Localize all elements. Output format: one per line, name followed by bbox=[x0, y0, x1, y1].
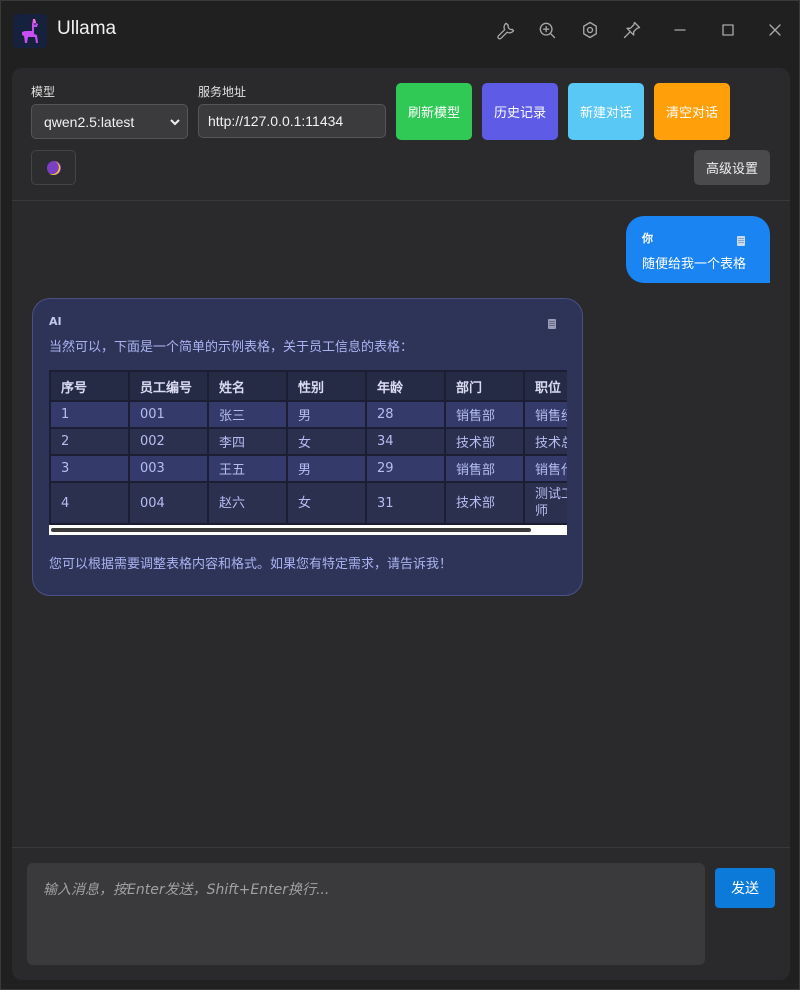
employee-table: 序号 员工编号 姓名 性别 年龄 部门 职位 1 001 张三 男 28 销售部… bbox=[49, 370, 567, 525]
table-row: 2 002 李四 女 34 技术部 技术总 bbox=[49, 427, 567, 456]
table-cell: 001 bbox=[128, 400, 209, 429]
composer-divider bbox=[12, 847, 790, 848]
table-horizontal-scrollbar[interactable] bbox=[49, 525, 567, 535]
table-cell: 李四 bbox=[207, 427, 288, 456]
table-header-cell: 职位 bbox=[523, 370, 567, 402]
model-select-value: qwen2.5:latest bbox=[44, 113, 135, 130]
table-cell: 4 bbox=[49, 481, 130, 525]
zoom-in-icon[interactable] bbox=[534, 17, 560, 43]
settings-hex-icon[interactable] bbox=[577, 17, 603, 43]
scrollbar-thumb[interactable] bbox=[51, 528, 531, 532]
table-header-cell: 部门 bbox=[444, 370, 525, 402]
close-icon[interactable] bbox=[762, 17, 788, 43]
wrench-icon[interactable] bbox=[493, 17, 519, 43]
theme-toggle-button[interactable] bbox=[31, 150, 76, 185]
table-cell: 销售部 bbox=[444, 454, 525, 483]
main-panel: 模型 qwen2.5:latest 服务地址 http://127.0.0.1:… bbox=[12, 68, 790, 980]
copy-icon[interactable] bbox=[546, 315, 558, 329]
url-label: 服务地址 bbox=[198, 85, 247, 99]
table-row: 4 004 赵六 女 31 技术部 测试工程师 bbox=[49, 481, 567, 525]
table-cell: 王五 bbox=[207, 454, 288, 483]
table-row: 3 003 王五 男 29 销售部 销售代 bbox=[49, 454, 567, 483]
pin-icon[interactable] bbox=[619, 17, 645, 43]
table-cell: 销售代 bbox=[523, 454, 567, 483]
table-cell: 004 bbox=[128, 481, 209, 525]
title-bar: Ullama bbox=[1, 1, 799, 61]
table-cell: 技术总 bbox=[523, 427, 567, 456]
table-header-cell: 性别 bbox=[286, 370, 367, 402]
table-row: 1 001 张三 男 28 销售部 销售经 bbox=[49, 400, 567, 429]
table-cell: 29 bbox=[365, 454, 446, 483]
new-chat-button[interactable]: 新建对话 bbox=[568, 83, 644, 140]
employee-table-container[interactable]: 序号 员工编号 姓名 性别 年龄 部门 职位 1 001 张三 男 28 销售部… bbox=[49, 370, 567, 535]
history-button[interactable]: 历史记录 bbox=[482, 83, 558, 140]
table-header-cell: 员工编号 bbox=[128, 370, 209, 402]
model-label: 模型 bbox=[31, 85, 56, 99]
message-role: AI bbox=[49, 315, 62, 328]
table-header-row: 序号 员工编号 姓名 性别 年龄 部门 职位 bbox=[49, 370, 567, 402]
model-select[interactable]: qwen2.5:latest bbox=[31, 104, 188, 139]
table-cell: 2 bbox=[49, 427, 130, 456]
table-cell: 赵六 bbox=[207, 481, 288, 525]
server-url-input[interactable]: http://127.0.0.1:11434 bbox=[198, 104, 386, 138]
message-intro-text: 当然可以，下面是一个简单的示例表格，关于员工信息的表格： bbox=[49, 340, 414, 355]
table-cell: 男 bbox=[286, 454, 367, 483]
table-cell: 3 bbox=[49, 454, 130, 483]
chevron-down-icon bbox=[169, 115, 181, 127]
user-message-bubble: 你 随便给我一个表格 bbox=[626, 216, 770, 283]
message-role: 你 bbox=[642, 232, 653, 245]
llama-logo-icon bbox=[13, 14, 47, 48]
table-cell: 测试工程师 bbox=[523, 481, 567, 525]
moon-icon bbox=[46, 160, 61, 175]
app-title: Ullama bbox=[57, 18, 117, 39]
table-cell: 28 bbox=[365, 400, 446, 429]
table-cell: 销售经 bbox=[523, 400, 567, 429]
table-cell: 1 bbox=[49, 400, 130, 429]
copy-icon[interactable] bbox=[735, 232, 747, 246]
table-cell: 销售部 bbox=[444, 400, 525, 429]
advanced-settings-button[interactable]: 高级设置 bbox=[694, 150, 770, 185]
message-input[interactable]: 输入消息，按Enter发送，Shift+Enter换行... bbox=[27, 863, 705, 965]
message-outro-text: 您可以根据需要调整表格内容和格式。如果您有特定需求，请告诉我！ bbox=[49, 557, 453, 572]
app-window: Ullama 模型 qwen2.5:latest 服务地址 http://127… bbox=[0, 0, 800, 990]
table-cell: 技术部 bbox=[444, 427, 525, 456]
ai-message-bubble: AI 当然可以，下面是一个简单的示例表格，关于员工信息的表格： 序号 员工编号 … bbox=[32, 298, 583, 596]
table-cell: 003 bbox=[128, 454, 209, 483]
table-cell: 技术部 bbox=[444, 481, 525, 525]
table-cell: 002 bbox=[128, 427, 209, 456]
table-cell: 女 bbox=[286, 427, 367, 456]
maximize-icon[interactable] bbox=[715, 17, 741, 43]
table-cell: 女 bbox=[286, 481, 367, 525]
table-cell: 34 bbox=[365, 427, 446, 456]
table-cell: 张三 bbox=[207, 400, 288, 429]
table-header-cell: 序号 bbox=[49, 370, 130, 402]
table-header-cell: 姓名 bbox=[207, 370, 288, 402]
message-text: 随便给我一个表格 bbox=[642, 257, 747, 272]
table-cell: 31 bbox=[365, 481, 446, 525]
table-header-cell: 年龄 bbox=[365, 370, 446, 402]
clear-chat-button[interactable]: 清空对话 bbox=[654, 83, 730, 140]
toolbar-divider bbox=[12, 200, 790, 201]
minimize-icon[interactable] bbox=[667, 17, 693, 43]
send-button[interactable]: 发送 bbox=[715, 868, 775, 908]
refresh-models-button[interactable]: 刷新模型 bbox=[396, 83, 472, 140]
table-cell: 男 bbox=[286, 400, 367, 429]
